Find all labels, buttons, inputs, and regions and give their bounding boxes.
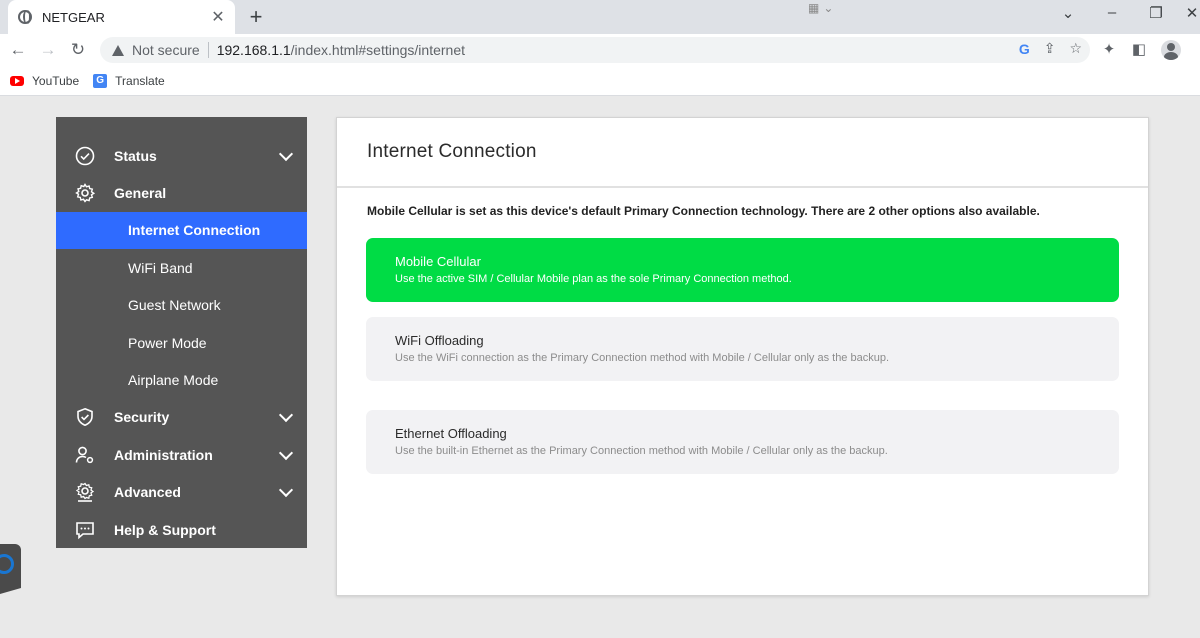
sidebar-subitem-power-mode[interactable]: Power Mode [56, 324, 307, 361]
chevron-down-icon [278, 408, 294, 423]
back-button[interactable]: ← [7, 39, 29, 61]
reload-button[interactable]: ↻ [67, 39, 89, 61]
youtube-icon [10, 75, 24, 86]
restore-icon[interactable]: ❐ [1146, 4, 1166, 22]
close-window-icon[interactable]: ✕ [1182, 4, 1200, 22]
sidebar-item-label: Security [114, 409, 170, 426]
chevron-down-icon [278, 483, 294, 498]
bookmark-label: YouTube [32, 73, 80, 88]
teamviewer-icon [0, 554, 14, 574]
security-label[interactable]: Not secure [132, 42, 200, 58]
sidebar-subitem-wifi-band[interactable]: WiFi Band [56, 249, 307, 286]
bookmark-translate[interactable]: G Translate [93, 73, 165, 88]
url-path: /index.html#settings/internet [290, 42, 465, 58]
warning-icon [112, 44, 124, 56]
option-title: Mobile Cellular [395, 254, 481, 269]
browser-tab[interactable]: NETGEAR ✕ [8, 0, 235, 34]
window-drag-handle[interactable]: ▦ ⌄ [808, 0, 852, 16]
bookmarks-bar: YouTube G Translate [0, 66, 1200, 96]
minimize-icon[interactable]: – [1102, 4, 1122, 21]
tab-title: NETGEAR [42, 9, 105, 25]
translate-icon: G [93, 73, 108, 88]
side-panel-icon[interactable]: ◧ [1128, 39, 1150, 61]
main-header: Internet Connection [337, 118, 1148, 188]
check-circle-icon [74, 145, 96, 167]
sidebar-subitem-internet-connection[interactable]: Internet Connection [56, 211, 307, 250]
chevron-down-icon [278, 445, 294, 460]
sidebar-item-administration[interactable]: Administration [56, 436, 307, 473]
teamviewer-tab[interactable] [0, 544, 21, 594]
bookmark-youtube[interactable]: YouTube [10, 74, 79, 88]
option-description: Use the active SIM / Cellular Mobile pla… [395, 273, 792, 285]
intro-text: Mobile Cellular is set as this device's … [367, 204, 1040, 218]
omnibox-divider [207, 42, 209, 58]
main-panel: Internet Connection Mobile Cellular is s… [336, 117, 1149, 596]
option-title: WiFi Offloading [395, 333, 484, 348]
option-wifi-offloading[interactable]: WiFi Offloading Use the WiFi connection … [366, 317, 1119, 381]
grid-icon: ▦ [808, 1, 820, 15]
tab-search-icon[interactable]: ⌄ [1058, 4, 1078, 22]
bookmark-star-icon[interactable]: ☆ [1069, 40, 1082, 57]
share-icon[interactable]: ⇪ [1044, 40, 1056, 57]
close-tab-icon[interactable]: ✕ [207, 7, 229, 27]
sidebar-item-help-support[interactable]: Help & Support [56, 511, 307, 548]
sidebar-item-label: General [114, 185, 167, 202]
forward-button[interactable]: → [37, 39, 59, 61]
globe-icon [18, 10, 32, 24]
chat-icon [74, 519, 96, 541]
option-mobile-cellular[interactable]: Mobile Cellular Use the active SIM / Cel… [366, 238, 1119, 302]
option-description: Use the built-in Ethernet as the Primary… [395, 445, 888, 457]
browser-tabstrip: NETGEAR ✕ + ▦ ⌄ ⌄ – ❐ ✕ [0, 0, 1200, 34]
gear-icon [74, 182, 96, 204]
option-title: Ethernet Offloading [395, 426, 507, 441]
advanced-gear-icon [74, 481, 96, 503]
bookmark-label: Translate [115, 73, 165, 88]
sidebar-item-label: Help & Support [114, 521, 216, 538]
sidebar-item-status[interactable]: Status [56, 137, 307, 174]
option-description: Use the WiFi connection as the Primary C… [395, 352, 890, 364]
profile-button[interactable] [1160, 39, 1182, 61]
sidebar-item-label: Advanced [114, 484, 181, 501]
google-icon[interactable]: G [1019, 41, 1030, 57]
option-ethernet-offloading[interactable]: Ethernet Offloading Use the built-in Eth… [366, 410, 1119, 474]
sidebar-item-security[interactable]: Security [56, 399, 307, 436]
sidebar-item-advanced[interactable]: Advanced [56, 474, 307, 511]
sidebar-item-label: Administration [114, 446, 213, 463]
url-host: 192.168.1.1 [216, 42, 291, 58]
sidebar: Status General Internet Connection WiFi … [56, 117, 307, 548]
address-bar[interactable]: Not secure 192.168.1.1 /index.html#setti… [100, 37, 1090, 63]
extensions-icon[interactable]: ✦ [1098, 39, 1120, 61]
sidebar-item-general[interactable]: General [56, 174, 307, 211]
page-title: Internet Connection [367, 141, 537, 162]
avatar [1161, 40, 1181, 60]
shield-icon [74, 406, 96, 428]
new-tab-button[interactable]: + [246, 4, 266, 30]
chevron-down-icon [278, 146, 294, 161]
sidebar-item-label: Status [114, 147, 157, 164]
sidebar-subitem-guest-network[interactable]: Guest Network [56, 287, 307, 324]
chevron-down-icon: ⌄ [823, 1, 834, 15]
browser-toolbar: ← → ↻ Not secure 192.168.1.1 /index.html… [0, 34, 1200, 66]
admin-user-icon [74, 444, 96, 466]
omnibox-actions: G ⇪ ☆ [1019, 40, 1082, 57]
sidebar-subitem-airplane-mode[interactable]: Airplane Mode [56, 361, 307, 398]
